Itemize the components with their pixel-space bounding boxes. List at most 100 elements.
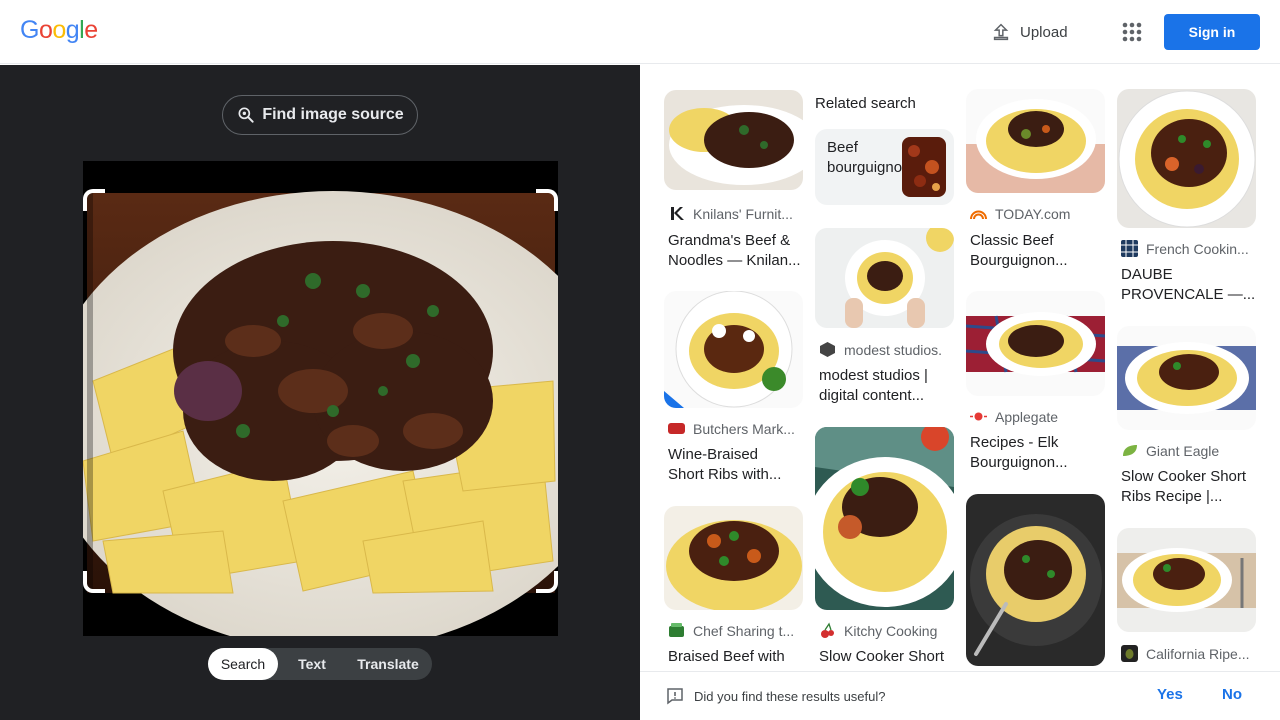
- result-title[interactable]: DAUBE PROVENCALE —...: [1121, 265, 1256, 305]
- result-source[interactable]: Chef Sharing t...: [668, 622, 808, 639]
- feedback-icon: [667, 688, 683, 705]
- result-source[interactable]: TODAY.com: [970, 205, 1110, 222]
- find-image-source-button[interactable]: Find image source: [222, 95, 418, 135]
- result-title-line: modest studios |: [819, 367, 928, 384]
- result-title-line: Wine-Braised: [668, 446, 759, 463]
- result-source-name: Kitchy Cooking: [844, 622, 938, 639]
- k-logo-icon: [668, 205, 685, 222]
- butchers-logo-icon: [668, 420, 685, 437]
- result-source-name: TODAY.com: [995, 205, 1071, 222]
- result-title[interactable]: Grandma's Beef & Noodles — Knilan...: [668, 231, 803, 271]
- upload-icon: [993, 23, 1009, 41]
- result-title-line: PROVENCALE —...: [1121, 286, 1256, 303]
- result-source-name: French Cookin...: [1146, 240, 1249, 257]
- sign-in-button[interactable]: Sign in: [1164, 14, 1260, 50]
- result-thumbnail[interactable]: [1117, 326, 1256, 430]
- result-title-line: Bourguignon...: [970, 454, 1068, 471]
- result-source[interactable]: Knilans' Furnit...: [668, 205, 808, 222]
- result-source[interactable]: Applegate: [970, 408, 1110, 425]
- result-title-line: Grandma's Beef &: [668, 232, 791, 249]
- result-title[interactable]: Wine-Braised Short Ribs with...: [668, 445, 803, 485]
- result-title[interactable]: Classic Beef Bourguignon...: [970, 231, 1105, 271]
- result-title-line: Noodles — Knilan...: [668, 252, 801, 269]
- cherry-logo-icon: [819, 622, 836, 639]
- result-source-name: Giant Eagle: [1146, 442, 1220, 459]
- result-source[interactable]: Kitchy Cooking: [819, 622, 959, 639]
- result-thumbnail[interactable]: [664, 90, 803, 190]
- feedback-yes-button[interactable]: Yes: [1157, 686, 1183, 703]
- mode-search-tab[interactable]: Search: [208, 648, 278, 680]
- crop-corner-bottom-right[interactable]: [536, 571, 558, 593]
- result-title[interactable]: Recipes - Elk Bourguignon...: [970, 433, 1105, 473]
- applegate-logo-icon: [970, 408, 987, 425]
- result-title[interactable]: Slow Cooker Short Ribs Recipe |...: [1121, 467, 1256, 507]
- lens-mode-switch: Search Text Translate: [208, 648, 432, 680]
- result-title[interactable]: Braised Beef with: [668, 647, 803, 667]
- result-thumbnail[interactable]: [966, 494, 1105, 666]
- related-search-chip[interactable]: Beef bourguignon: [815, 129, 954, 205]
- top-bar: Google Upload Sign in: [0, 0, 1280, 64]
- result-source-name: Applegate: [995, 408, 1059, 425]
- logo-letter: e: [84, 16, 98, 44]
- logo-letter: g: [65, 16, 80, 44]
- apps-grid-icon[interactable]: [1118, 18, 1146, 46]
- result-title[interactable]: Slow Cooker Short: [819, 647, 954, 667]
- result-source[interactable]: California Ripe...: [1121, 645, 1261, 662]
- related-search-query: Beef bourguignon: [827, 139, 911, 176]
- result-thumbnail[interactable]: [1117, 89, 1256, 228]
- result-source[interactable]: modest studios.: [819, 341, 959, 358]
- today-logo-icon: [970, 205, 987, 222]
- result-source-name: Butchers Mark...: [693, 420, 795, 437]
- result-thumbnail[interactable]: [815, 228, 954, 328]
- beef-noodles-photo: [83, 161, 558, 636]
- result-title-line: digital content...: [819, 387, 925, 404]
- feedback-question: Did you find these results useful?: [694, 689, 886, 704]
- upload-button[interactable]: Upload: [990, 18, 1068, 46]
- result-thumbnail[interactable]: [815, 427, 954, 610]
- result-title-line: Classic Beef: [970, 232, 1054, 249]
- cube-logo-icon: [819, 341, 836, 358]
- related-search-heading: Related search: [815, 95, 916, 112]
- result-title-line: Recipes - Elk: [970, 434, 1059, 451]
- result-thumbnail[interactable]: [664, 291, 803, 408]
- result-title-line: Slow Cooker Short: [819, 648, 945, 665]
- crop-corner-bottom-left[interactable]: [83, 571, 105, 593]
- result-source[interactable]: French Cookin...: [1121, 240, 1261, 257]
- result-thumbnail[interactable]: [966, 89, 1105, 193]
- result-title-line: Braised Beef with: [668, 648, 785, 665]
- result-source-name: California Ripe...: [1146, 645, 1250, 662]
- visual-matches-panel: Knilans' Furnit... Grandma's Beef & Nood…: [640, 65, 1280, 720]
- result-title-line: Short Ribs with...: [668, 466, 782, 483]
- feedback-bar: Did you find these results useful? Yes N…: [640, 671, 1280, 720]
- result-source-name: Chef Sharing t...: [693, 622, 795, 639]
- chef-logo-icon: [668, 622, 685, 639]
- crop-corner-top-left[interactable]: [83, 189, 105, 211]
- result-thumbnail[interactable]: [1117, 528, 1256, 632]
- result-thumbnail[interactable]: [664, 506, 803, 610]
- result-title-line: Bourguignon...: [970, 252, 1068, 269]
- find-image-source-label: Find image source: [262, 106, 404, 123]
- lens-search-icon: [238, 107, 254, 123]
- result-title-line: DAUBE: [1121, 266, 1173, 283]
- lens-query-panel: Find image source Search Text Translate: [0, 65, 640, 720]
- result-source[interactable]: Butchers Mark...: [668, 420, 808, 437]
- result-source-name: Knilans' Furnit...: [693, 205, 793, 222]
- crop-corner-top-right[interactable]: [536, 189, 558, 211]
- mode-text-tab[interactable]: Text: [278, 648, 346, 680]
- google-logo[interactable]: Google: [20, 16, 98, 45]
- leaf-logo-icon: [1121, 442, 1138, 459]
- logo-letter: o: [38, 16, 53, 44]
- result-title-line: Slow Cooker Short: [1121, 468, 1247, 485]
- french-logo-icon: [1121, 240, 1138, 257]
- result-title[interactable]: modest studios | digital content...: [819, 366, 954, 406]
- olive-logo-icon: [1121, 645, 1138, 662]
- result-title-line: Ribs Recipe |...: [1121, 488, 1223, 505]
- logo-letter: o: [52, 16, 66, 44]
- query-image[interactable]: [83, 161, 558, 636]
- logo-letter: G: [20, 16, 39, 44]
- feedback-no-button[interactable]: No: [1222, 686, 1242, 703]
- result-source-name: modest studios.: [844, 341, 943, 358]
- result-thumbnail[interactable]: [966, 291, 1105, 396]
- mode-translate-tab[interactable]: Translate: [346, 648, 430, 680]
- result-source[interactable]: Giant Eagle: [1121, 442, 1261, 459]
